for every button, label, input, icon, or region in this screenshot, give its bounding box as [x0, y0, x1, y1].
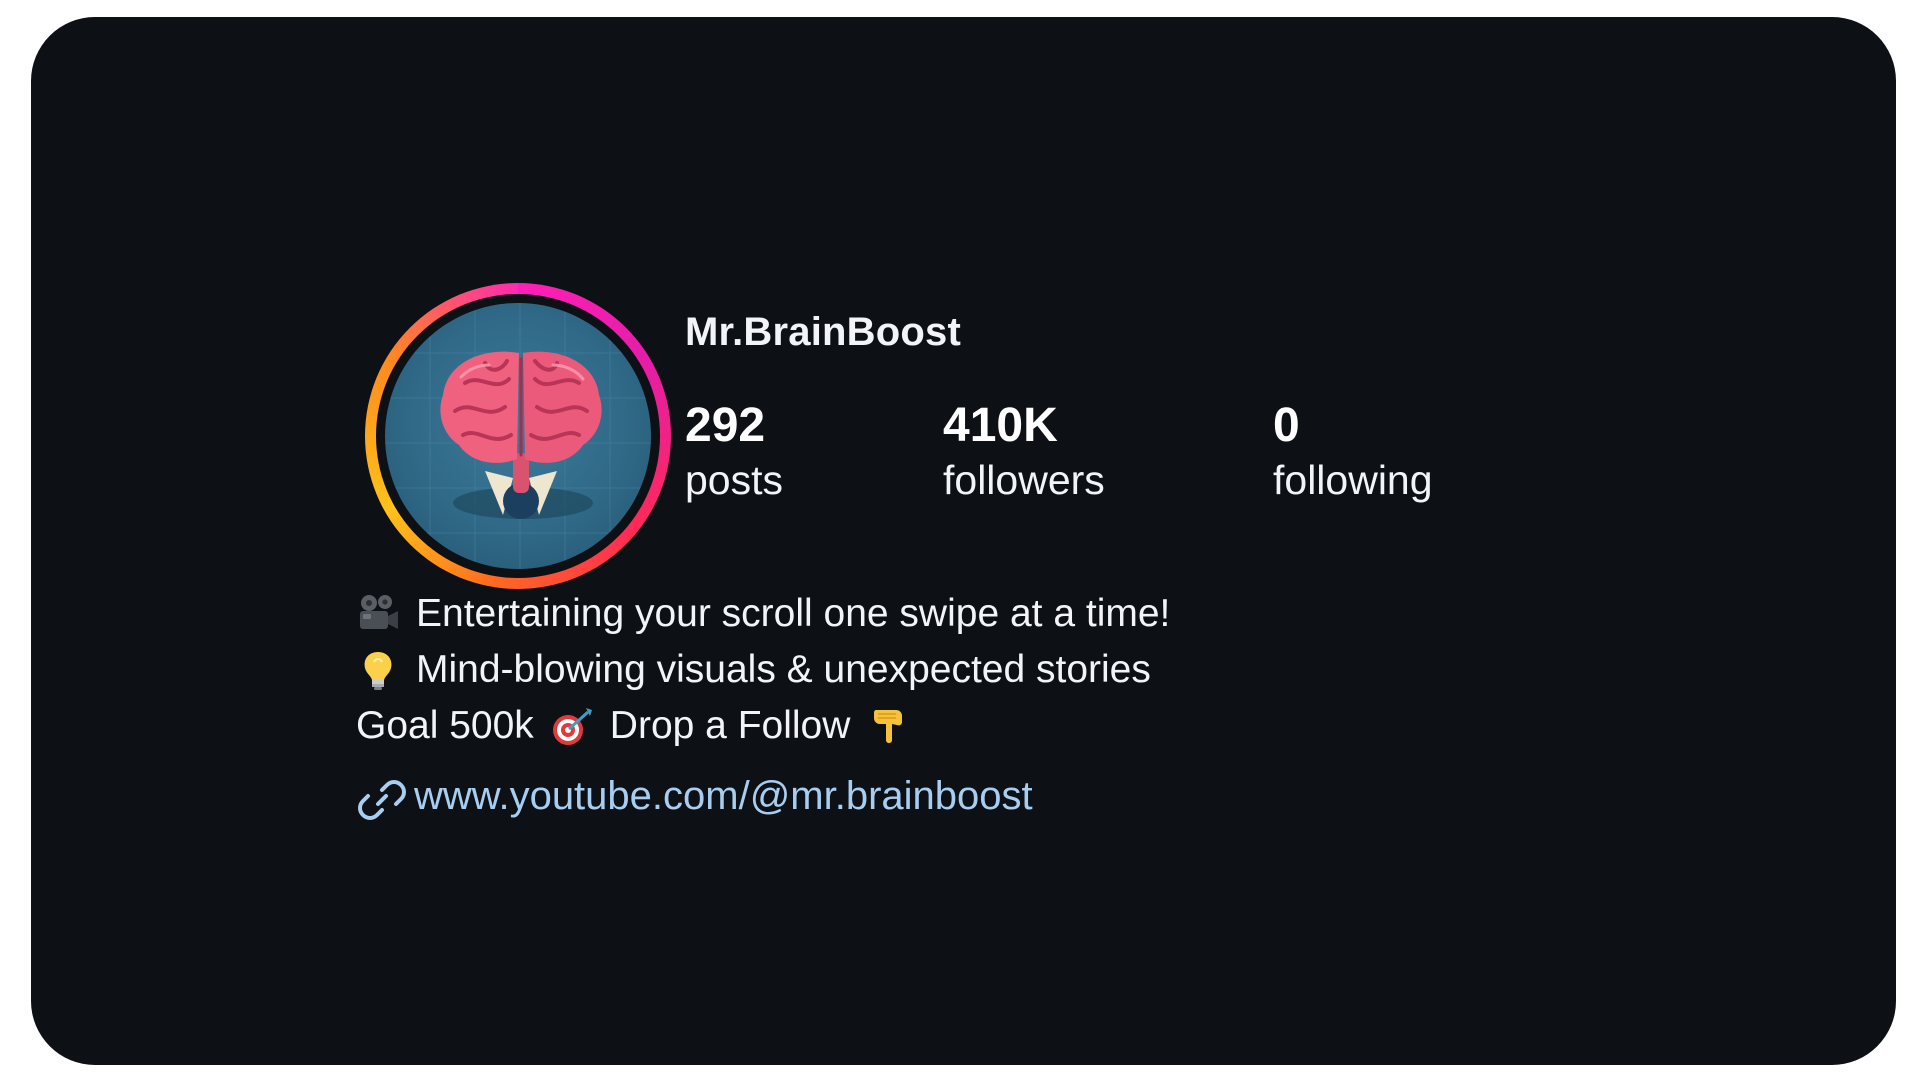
pointing-down-icon: [866, 704, 910, 748]
stat-following-count: 0: [1273, 399, 1300, 452]
movie-camera-icon: [356, 592, 400, 636]
target-icon: [550, 704, 594, 748]
bio-line-1-text: Entertaining your scroll one swipe at a …: [416, 592, 1171, 635]
bio-line-2: Mind-blowing visuals & unexpected storie…: [356, 642, 1170, 698]
profile-card: [31, 17, 1896, 1065]
profile-link[interactable]: www.youtube.com/@mr.brainboost: [356, 768, 1033, 824]
bio-line-2-text: Mind-blowing visuals & unexpected storie…: [416, 648, 1151, 691]
story-ring: [365, 283, 671, 589]
light-bulb-icon: [356, 648, 400, 692]
stat-followers-label: followers: [943, 457, 1105, 503]
stat-followers[interactable]: 410K followers: [943, 398, 1105, 506]
stat-following-label: following: [1273, 457, 1433, 503]
link-icon: [356, 774, 406, 820]
username[interactable]: Mr.BrainBoost: [685, 310, 961, 355]
stat-posts[interactable]: 292 posts: [685, 398, 783, 506]
bio: Entertaining your scroll one swipe at a …: [356, 586, 1170, 754]
stat-posts-count: 292: [685, 399, 766, 452]
bio-line-3-cta: Drop a Follow: [609, 704, 851, 747]
brain-avatar-icon: [385, 303, 651, 569]
stat-followers-count: 410K: [943, 399, 1058, 452]
bio-line-3-goal: Goal 500k: [356, 704, 534, 747]
stat-posts-label: posts: [685, 457, 783, 503]
stat-following[interactable]: 0 following: [1273, 398, 1433, 506]
bio-line-3: Goal 500k Drop a Follow: [356, 698, 1170, 754]
profile-link-url[interactable]: www.youtube.com/@mr.brainboost: [414, 774, 1033, 819]
bio-line-1: Entertaining your scroll one swipe at a …: [356, 586, 1170, 642]
